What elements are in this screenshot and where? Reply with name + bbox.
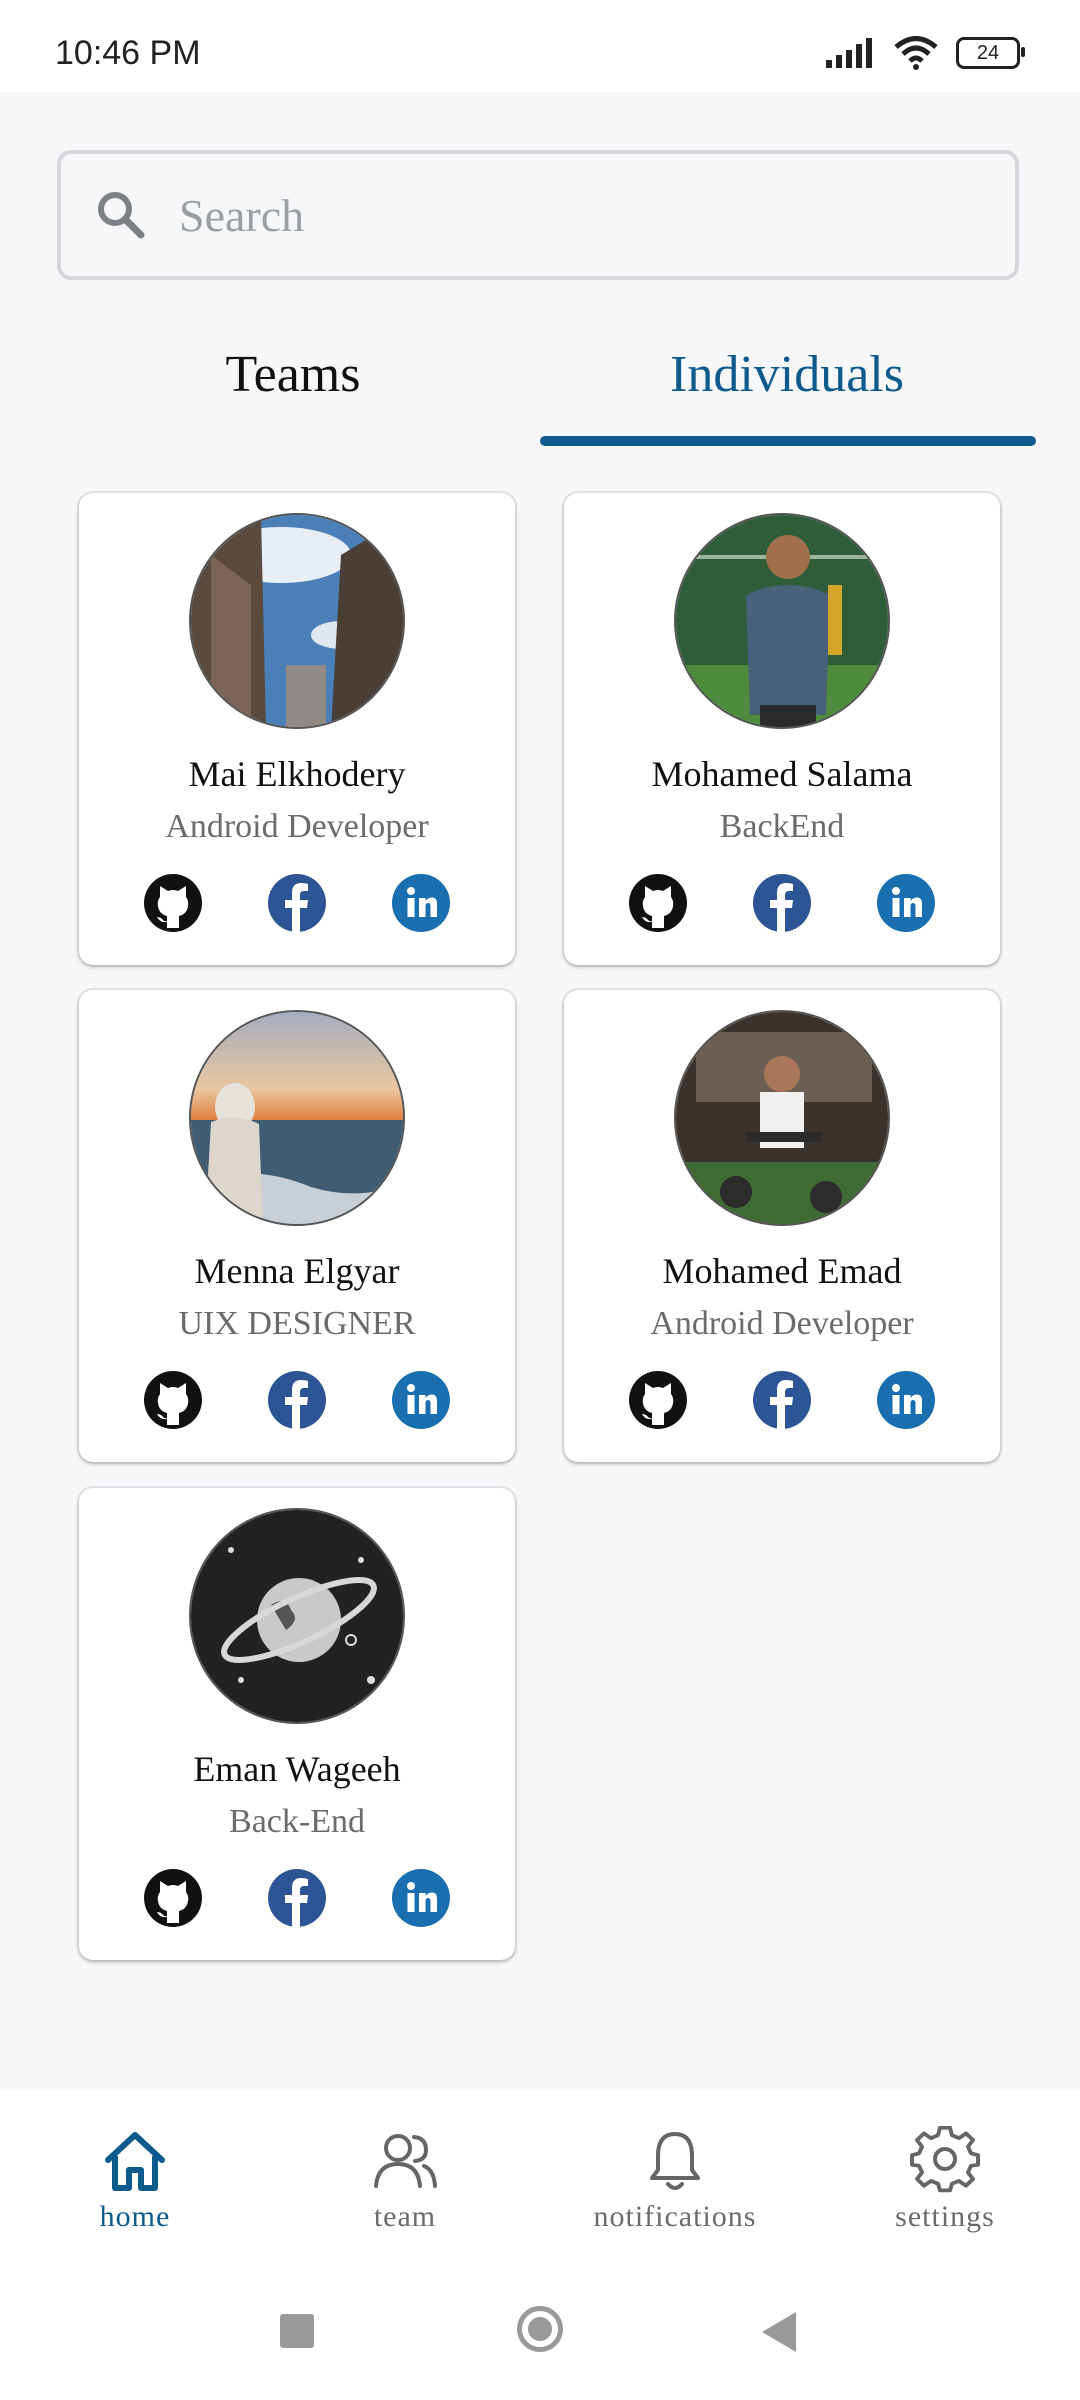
system-back-button[interactable] [762,2312,796,2352]
social-links [564,1370,1000,1430]
linkedin-icon[interactable] [876,1370,936,1430]
search-input[interactable] [177,187,961,243]
bell-icon [650,2132,700,2190]
person-card[interactable]: Eman Wageeh Back-End [79,1488,515,1960]
avatar [674,1010,890,1226]
nav-notifications[interactable]: notifications [540,2126,810,2234]
person-role: BackEnd [719,808,845,845]
person-role: Android Developer [165,808,429,845]
linkedin-icon[interactable] [876,873,936,933]
avatar [189,1508,405,1724]
facebook-icon[interactable] [752,1370,812,1430]
person-name: Mohamed Salama [651,754,913,794]
home-icon [105,2132,165,2191]
team-icon [374,2134,437,2188]
status-time: 10:46 PM [55,34,201,72]
person-name: Eman Wageeh [193,1749,401,1789]
person-name: Mohamed Emad [662,1251,902,1291]
tab-indicator [540,436,1036,446]
avatar [674,513,890,729]
social-links [79,873,515,933]
github-icon[interactable] [628,873,688,933]
tab-individuals[interactable]: Individuals [540,330,1034,450]
person-card[interactable]: Menna Elgyar UIX DESIGNER [79,990,515,1462]
wifi-icon [894,36,938,70]
search-icon [98,192,145,239]
linkedin-icon[interactable] [391,1868,451,1928]
linkedin-icon[interactable] [391,1370,451,1430]
facebook-icon[interactable] [267,1868,327,1928]
github-icon[interactable] [143,1868,203,1928]
facebook-icon[interactable] [752,873,812,933]
recent-apps-button[interactable] [280,2314,314,2348]
avatar [189,513,405,729]
github-icon[interactable] [628,1370,688,1430]
nav-team[interactable]: team [270,2126,540,2234]
social-links [79,1868,515,1928]
nav-label: team [373,2200,437,2233]
person-card[interactable]: Mohamed Emad Android Developer [564,990,1000,1462]
bottom-nav: home team notifications settings [0,2090,1080,2270]
person-role: Back-End [229,1803,365,1840]
status-icons: 24 [826,36,1025,70]
battery-level: 24 [976,41,1000,64]
social-links [79,1370,515,1430]
person-card[interactable]: Mohamed Salama BackEnd [564,493,1000,965]
signal-icon [826,38,872,68]
social-links [564,873,1000,933]
nav-home[interactable]: home [0,2126,270,2234]
avatar [189,1010,405,1226]
person-name: Menna Elgyar [194,1251,400,1291]
system-home-button[interactable] [517,2306,563,2352]
system-nav-bar [0,2270,1080,2400]
nav-label: settings [895,2200,995,2233]
nav-settings[interactable]: settings [810,2126,1080,2234]
search-bar[interactable] [57,150,1019,280]
person-role: Android Developer [650,1305,914,1342]
person-card[interactable]: Mai Elkhodery Android Developer [79,493,515,965]
gear-icon [910,2126,980,2193]
facebook-icon[interactable] [267,1370,327,1430]
github-icon[interactable] [143,1370,203,1430]
tab-teams[interactable]: Teams [46,330,540,450]
nav-label: notifications [593,2200,757,2233]
linkedin-icon[interactable] [391,873,451,933]
person-role: UIX DESIGNER [178,1305,416,1342]
battery-icon: 24 [956,37,1025,69]
facebook-icon[interactable] [267,873,327,933]
status-bar: 10:46 PM 24 [0,0,1080,92]
person-name: Mai Elkhodery [188,754,406,794]
github-icon[interactable] [143,873,203,933]
nav-label: home [99,2200,171,2233]
